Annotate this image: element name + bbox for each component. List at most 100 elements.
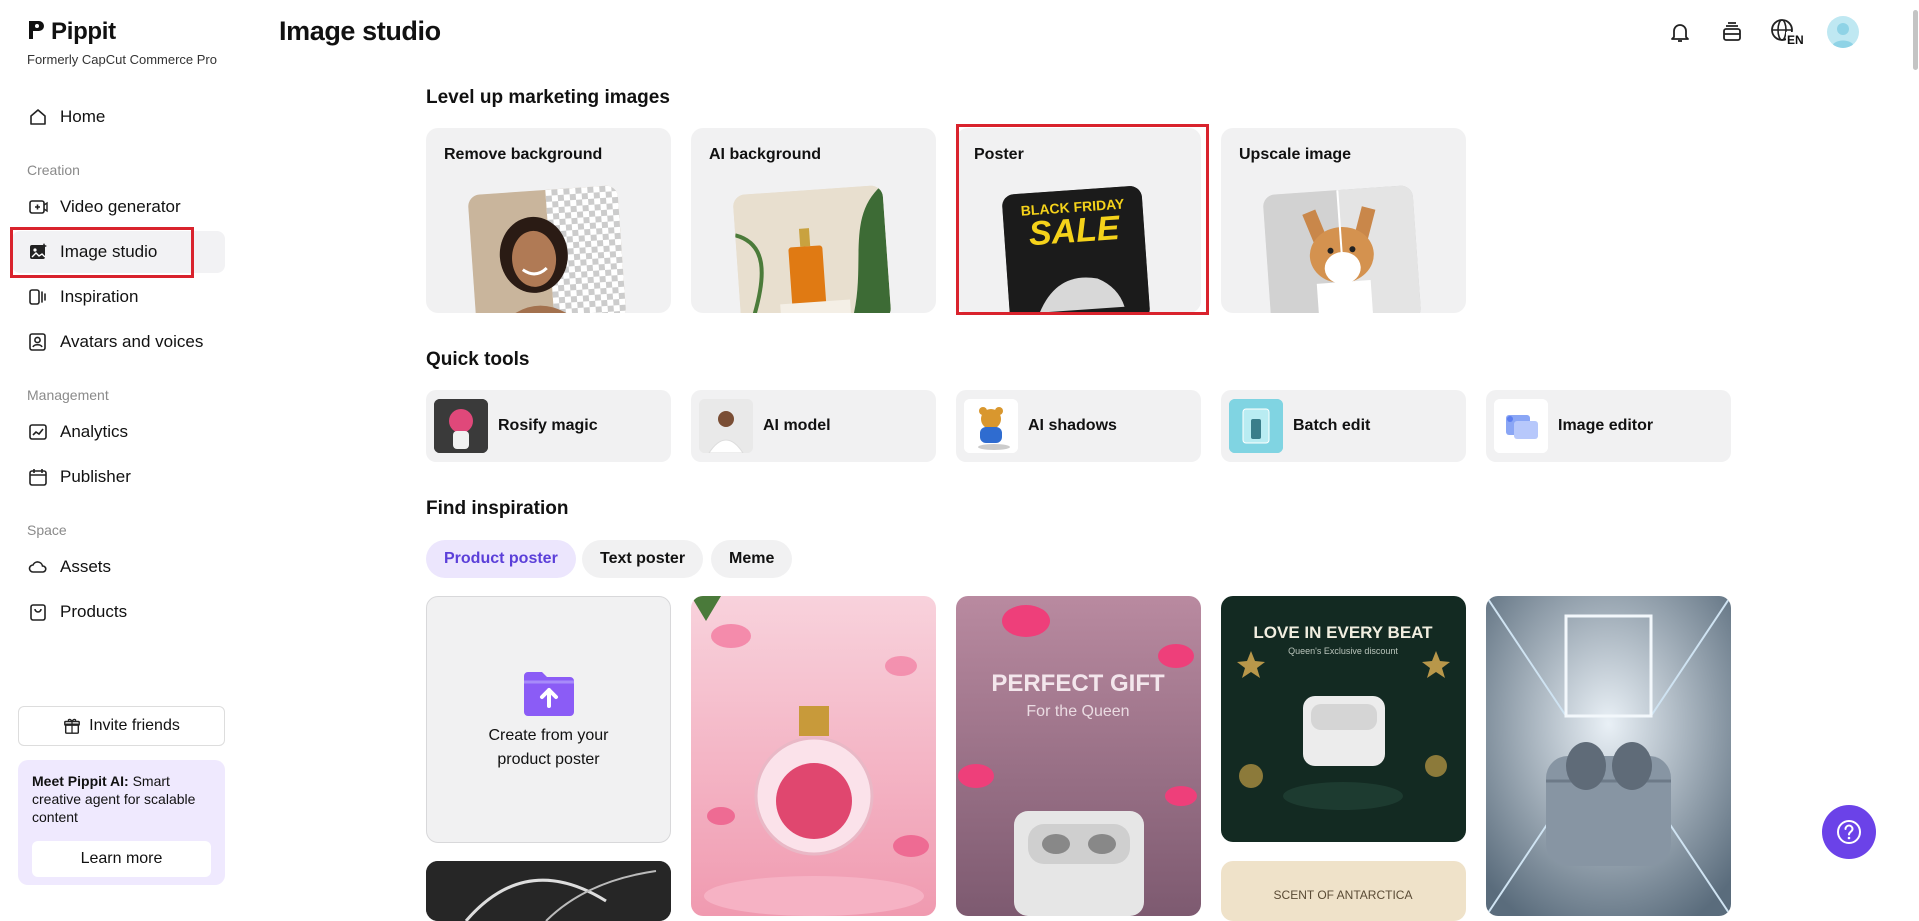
sidebar-item-products[interactable]: Products [12,591,225,633]
sidebar-item-label: Products [60,602,128,621]
section-title-quick-tools: Quick tools [426,349,530,370]
tool-label: Image editor [1558,417,1654,434]
promo-card: Meet Pippit AI: Smart creative agent for… [18,760,225,885]
create-text-line1: Create from your [488,726,609,744]
top-icons: EN [1665,16,1859,48]
poster-preview: BLACK FRIDAY SALE [1001,185,1151,313]
brand-logo[interactable]: Pippit [27,18,116,46]
sidebar-item-avatars-voices[interactable]: Avatars and voices [12,321,225,363]
inspiration-poster-perfect-gift[interactable]: PERFECT GIFT For the Queen [956,596,1201,916]
sidebar-item-label: Video generator [60,197,181,216]
card-remove-background[interactable]: Remove background [426,128,671,313]
tool-label: AI shadows [1028,417,1117,434]
sidebar-item-video-generator[interactable]: Video generator [12,186,225,228]
poster-title: LOVE IN EVERY BEAT [1253,623,1433,642]
card-label: AI background [709,146,822,163]
create-text: Create from your product poster [488,724,608,772]
sidebar-item-label: Assets [60,557,112,576]
help-button[interactable] [1822,805,1876,859]
sidebar-item-label: Home [60,107,106,126]
sidebar-item-analytics[interactable]: Analytics [12,411,225,453]
pippit-logo-icon [27,19,45,46]
invite-friends-button[interactable]: Invite friends [18,706,225,746]
section-creation: Creation [27,162,80,178]
card-label: Upscale image [1239,146,1352,163]
question-icon [1837,820,1861,844]
inspiration-icon [29,289,46,305]
sidebar-item-label: Avatars and voices [60,332,204,351]
language-globe-icon[interactable]: EN [1769,17,1805,47]
card-poster[interactable]: Poster BLACK FRIDAY SALE [956,128,1201,313]
page-title: Image studio [279,16,441,46]
scrollbar-thumb[interactable] [1913,10,1918,70]
sidebar-item-assets[interactable]: Assets [12,546,225,588]
chip-text-poster[interactable]: Text poster [582,540,704,578]
upscale-preview [1262,184,1422,313]
inspiration-poster-love-beat[interactable]: LOVE IN EVERY BEAT Queen's Exclusive dis… [1221,596,1466,842]
ai-model-thumbnail [699,399,753,453]
poster-subtitle: Queen's Exclusive discount [1288,646,1398,656]
sidebar-item-label: Inspiration [60,287,139,306]
learn-more-button[interactable]: Learn more [32,841,211,877]
inspiration-poster-earbuds[interactable] [1486,596,1731,916]
inspiration-poster-antarctica[interactable]: SCENT OF ANTARCTICA [1221,861,1466,921]
inspiration-poster-perfume[interactable] [691,596,936,916]
cloud-icon [28,561,47,573]
card-label: Poster [974,146,1024,163]
folder-upload-icon [523,671,574,716]
chip-meme[interactable]: Meme [711,540,793,578]
home-icon [30,109,46,125]
tool-label: Rosify magic [498,417,598,434]
section-space: Space [27,522,67,538]
brand-name: Pippit [51,18,116,45]
invite-label: Invite friends [89,717,180,734]
create-text-line2: product poster [497,750,600,768]
create-from-product-poster[interactable]: Create from your product poster [426,596,671,843]
poster-title: PERFECT GIFT [991,670,1165,697]
tool-ai-model[interactable]: AI model [691,390,936,462]
sidebar-item-label: Image studio [60,242,158,261]
notification-bell-icon[interactable] [1665,17,1695,47]
card-upscale-image[interactable]: Upscale image [1221,128,1466,313]
ai-background-preview [732,184,892,313]
remove-bg-preview [467,184,627,313]
tool-batch-edit[interactable]: Batch edit [1221,390,1466,462]
brand-subtitle: Formerly CapCut Commerce Pro [27,52,217,67]
tool-label: Batch edit [1293,417,1371,434]
tool-label: AI model [763,417,831,434]
sidebar: Pippit Formerly CapCut Commerce Pro Home… [0,0,240,900]
sidebar-item-image-studio[interactable]: Image studio [12,231,225,273]
chip-product-poster[interactable]: Product poster [426,540,576,578]
sidebar-item-home[interactable]: Home [12,96,225,138]
tool-image-editor[interactable]: Image editor [1486,390,1731,462]
sidebar-item-label: Publisher [60,467,131,486]
section-title-marketing: Level up marketing images [426,87,670,108]
language-label: EN [1787,33,1804,47]
poster-subtitle: For the Queen [1026,703,1129,720]
card-ai-background[interactable]: AI background [691,128,936,313]
analytics-icon [29,424,47,440]
tool-ai-shadows[interactable]: AI shadows [956,390,1201,462]
inspiration-poster-6[interactable] [426,861,671,921]
image-sparkle-icon [30,243,47,259]
card-label: Remove background [444,146,603,163]
section-management: Management [27,387,109,403]
avatar-icon [29,333,46,351]
calendar-icon [29,469,47,486]
tool-rosify-magic[interactable]: Rosify magic [426,390,671,462]
batch-edit-thumbnail [1229,399,1283,453]
gift-icon [64,718,81,734]
section-title-inspiration: Find inspiration [426,498,569,519]
promo-text: Meet Pippit AI: Smart creative agent for… [32,772,211,826]
user-avatar[interactable] [1827,16,1859,48]
video-add-icon [29,200,48,214]
promo-title: Meet Pippit AI: [32,773,129,789]
bag-icon [30,604,46,621]
rosify-thumbnail [434,399,488,453]
sidebar-item-inspiration[interactable]: Inspiration [12,276,225,318]
sidebar-item-label: Analytics [60,422,129,441]
sidebar-item-publisher[interactable]: Publisher [12,456,225,498]
image-editor-thumbnail [1494,399,1548,453]
stack-icon[interactable] [1717,17,1747,47]
page-scrollbar[interactable] [1911,0,1919,900]
